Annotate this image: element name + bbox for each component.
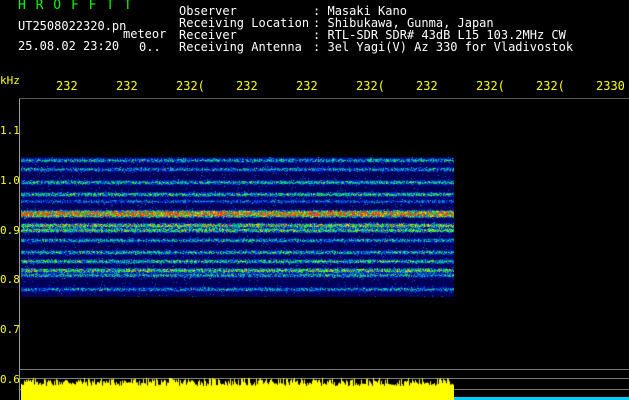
x-tick-label: 232: [56, 79, 78, 93]
unit-label: kHz: [0, 74, 20, 87]
sep-3: :: [313, 40, 321, 54]
filename: UT2508022320.pn: [18, 19, 127, 33]
signal-level-bar: [21, 376, 454, 400]
y-tick-label: 0.8: [0, 273, 20, 286]
header-left: H R O F F T T UT2508022320.pn 25.08.02 2…: [18, 0, 133, 52]
y-tick-label: 0.7: [0, 323, 20, 336]
x-tick-label: 232(: [356, 79, 385, 93]
y-tick-label: 1.1: [0, 124, 20, 137]
title: H R O F F T T: [18, 0, 133, 13]
y-tick-label: 0.6: [0, 373, 20, 386]
x-tick-label: 2330: [596, 79, 625, 93]
spectrogram: [21, 157, 454, 297]
x-axis-line: [19, 98, 629, 99]
info-values: : Masaki Kano : Shibukawa, Gunma, Japan …: [313, 5, 573, 53]
y-tick-label: 1.0: [0, 174, 20, 187]
x-tick-label: 232(: [476, 79, 505, 93]
counter: 0..: [139, 40, 161, 54]
info-labels: Observer Receiving Location Receiver Rec…: [179, 5, 309, 53]
x-tick-label: 232: [116, 79, 138, 93]
x-tick-label: 232: [296, 79, 318, 93]
x-tick-label: 232(: [536, 79, 565, 93]
x-tick-label: 232: [416, 79, 438, 93]
x-tick-label: 232: [236, 79, 258, 93]
mode-label: meteor: [123, 27, 167, 41]
reference-line: [20, 369, 629, 370]
x-tick-label: 232(: [176, 79, 205, 93]
datetime: 25.08.02 23:20: [18, 39, 120, 53]
y-axis-line: [19, 98, 20, 400]
y-tick-label: 0.9: [0, 224, 20, 237]
value-antenna: 3el Yagi(V) Az 330 for Vladivostok: [327, 40, 574, 54]
label-antenna: Receiving Antenna: [179, 40, 302, 54]
